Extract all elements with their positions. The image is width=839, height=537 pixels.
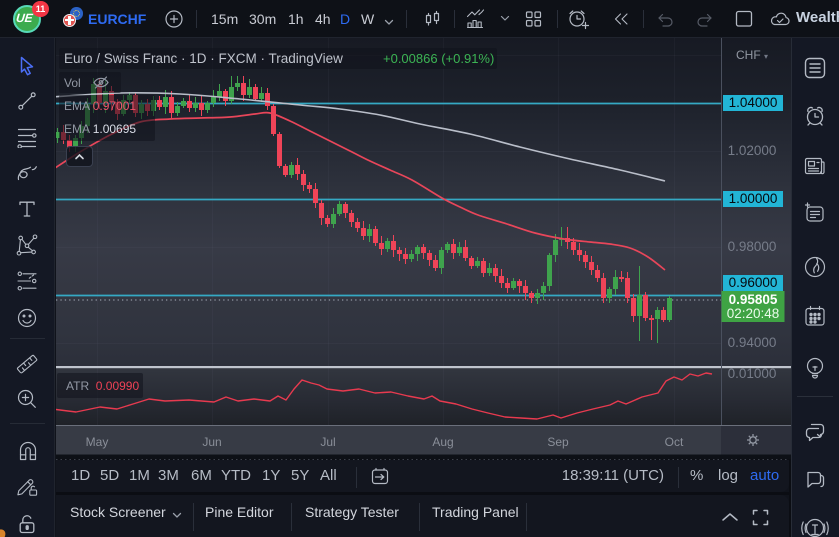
- svg-text:Jul: Jul: [320, 435, 335, 449]
- svg-text:0.96000: 0.96000: [729, 275, 778, 290]
- svg-text:May: May: [86, 435, 109, 449]
- svg-text:0.95805: 0.95805: [729, 292, 778, 307]
- svg-text:0.01000: 0.01000: [728, 366, 777, 381]
- svg-text:Sep: Sep: [547, 435, 569, 449]
- svg-text:1.00000: 1.00000: [729, 191, 778, 206]
- svg-text:1.04000: 1.04000: [729, 95, 778, 110]
- svg-text:CHF ▾: CHF ▾: [736, 48, 768, 62]
- svg-text:Jun: Jun: [202, 435, 221, 449]
- svg-text:1.02000: 1.02000: [728, 143, 777, 158]
- svg-text:0.94000: 0.94000: [728, 335, 777, 350]
- svg-text:Aug: Aug: [432, 435, 453, 449]
- svg-text:02:20:48: 02:20:48: [727, 306, 780, 321]
- svg-text:Oct: Oct: [665, 435, 684, 449]
- svg-text:0.98000: 0.98000: [728, 239, 777, 254]
